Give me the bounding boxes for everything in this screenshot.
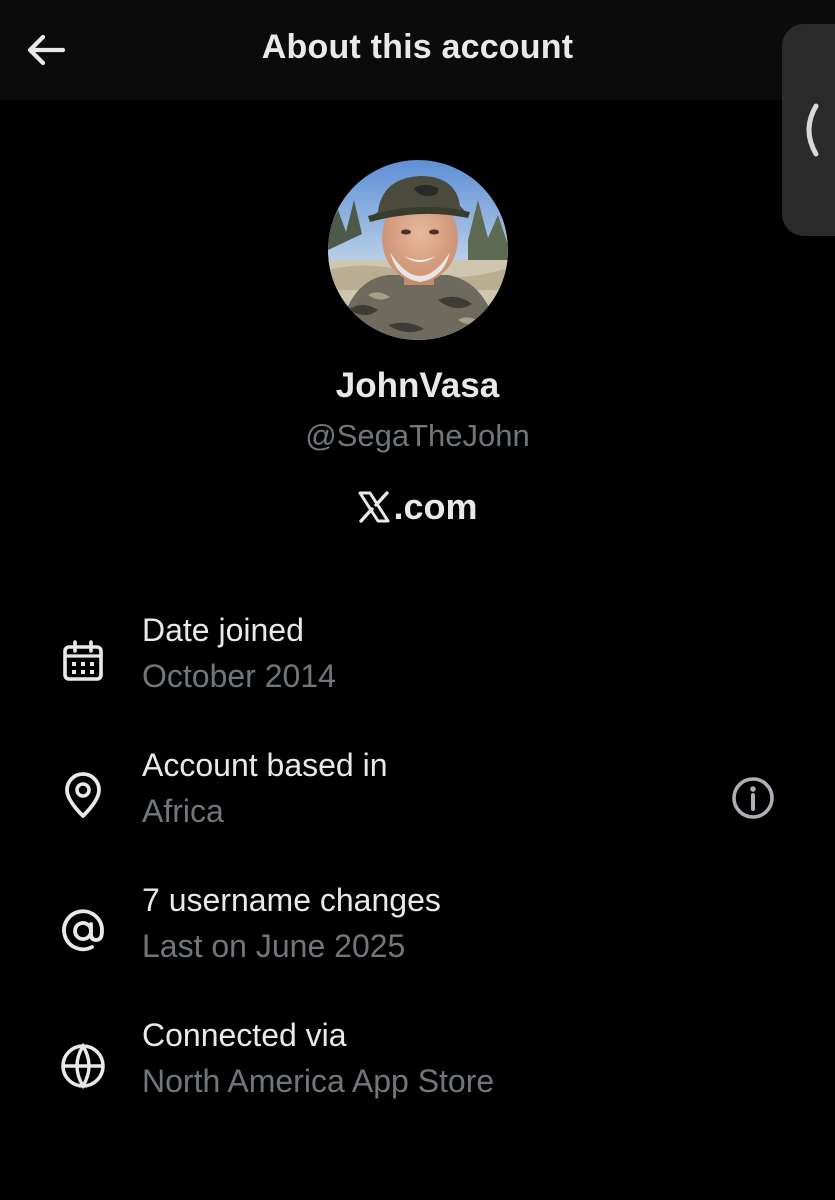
info-row-username-changes: 7 username changes Last on June 2025 <box>0 882 835 982</box>
info-value: North America App Store <box>142 1063 495 1099</box>
chevron-left-icon <box>806 103 819 157</box>
display-name: JohnVasa <box>335 366 500 405</box>
info-label: 7 username changes <box>142 882 441 918</box>
info-row-connected-via: Connected via North America App Store <box>0 1017 835 1117</box>
at-sign-icon <box>56 904 110 958</box>
info-button[interactable] <box>726 771 780 825</box>
avatar-image <box>328 160 508 340</box>
location-pin-icon <box>56 769 110 823</box>
avatar[interactable] <box>328 160 508 340</box>
info-value: Last on June 2025 <box>142 928 406 964</box>
info-row-date-joined: Date joined October 2014 <box>0 612 835 712</box>
page-title: About this account <box>261 28 574 66</box>
info-value: October 2014 <box>142 658 336 694</box>
top-bar: About this account <box>0 0 835 100</box>
info-label: Date joined <box>142 612 304 648</box>
info-value: Africa <box>142 793 224 829</box>
username-handle: @SegaTheJohn <box>305 418 530 453</box>
calendar-icon <box>56 634 110 688</box>
info-label: Account based in <box>142 747 388 783</box>
info-row-account-based-in: Account based in Africa <box>0 747 835 847</box>
x-logo-icon <box>358 491 390 523</box>
site-domain: .com <box>393 486 478 527</box>
info-icon <box>732 777 774 819</box>
side-panel-handle[interactable] <box>782 24 835 236</box>
site-link[interactable]: .com <box>0 486 835 528</box>
info-label: Connected via <box>142 1017 347 1053</box>
globe-icon <box>56 1039 110 1093</box>
